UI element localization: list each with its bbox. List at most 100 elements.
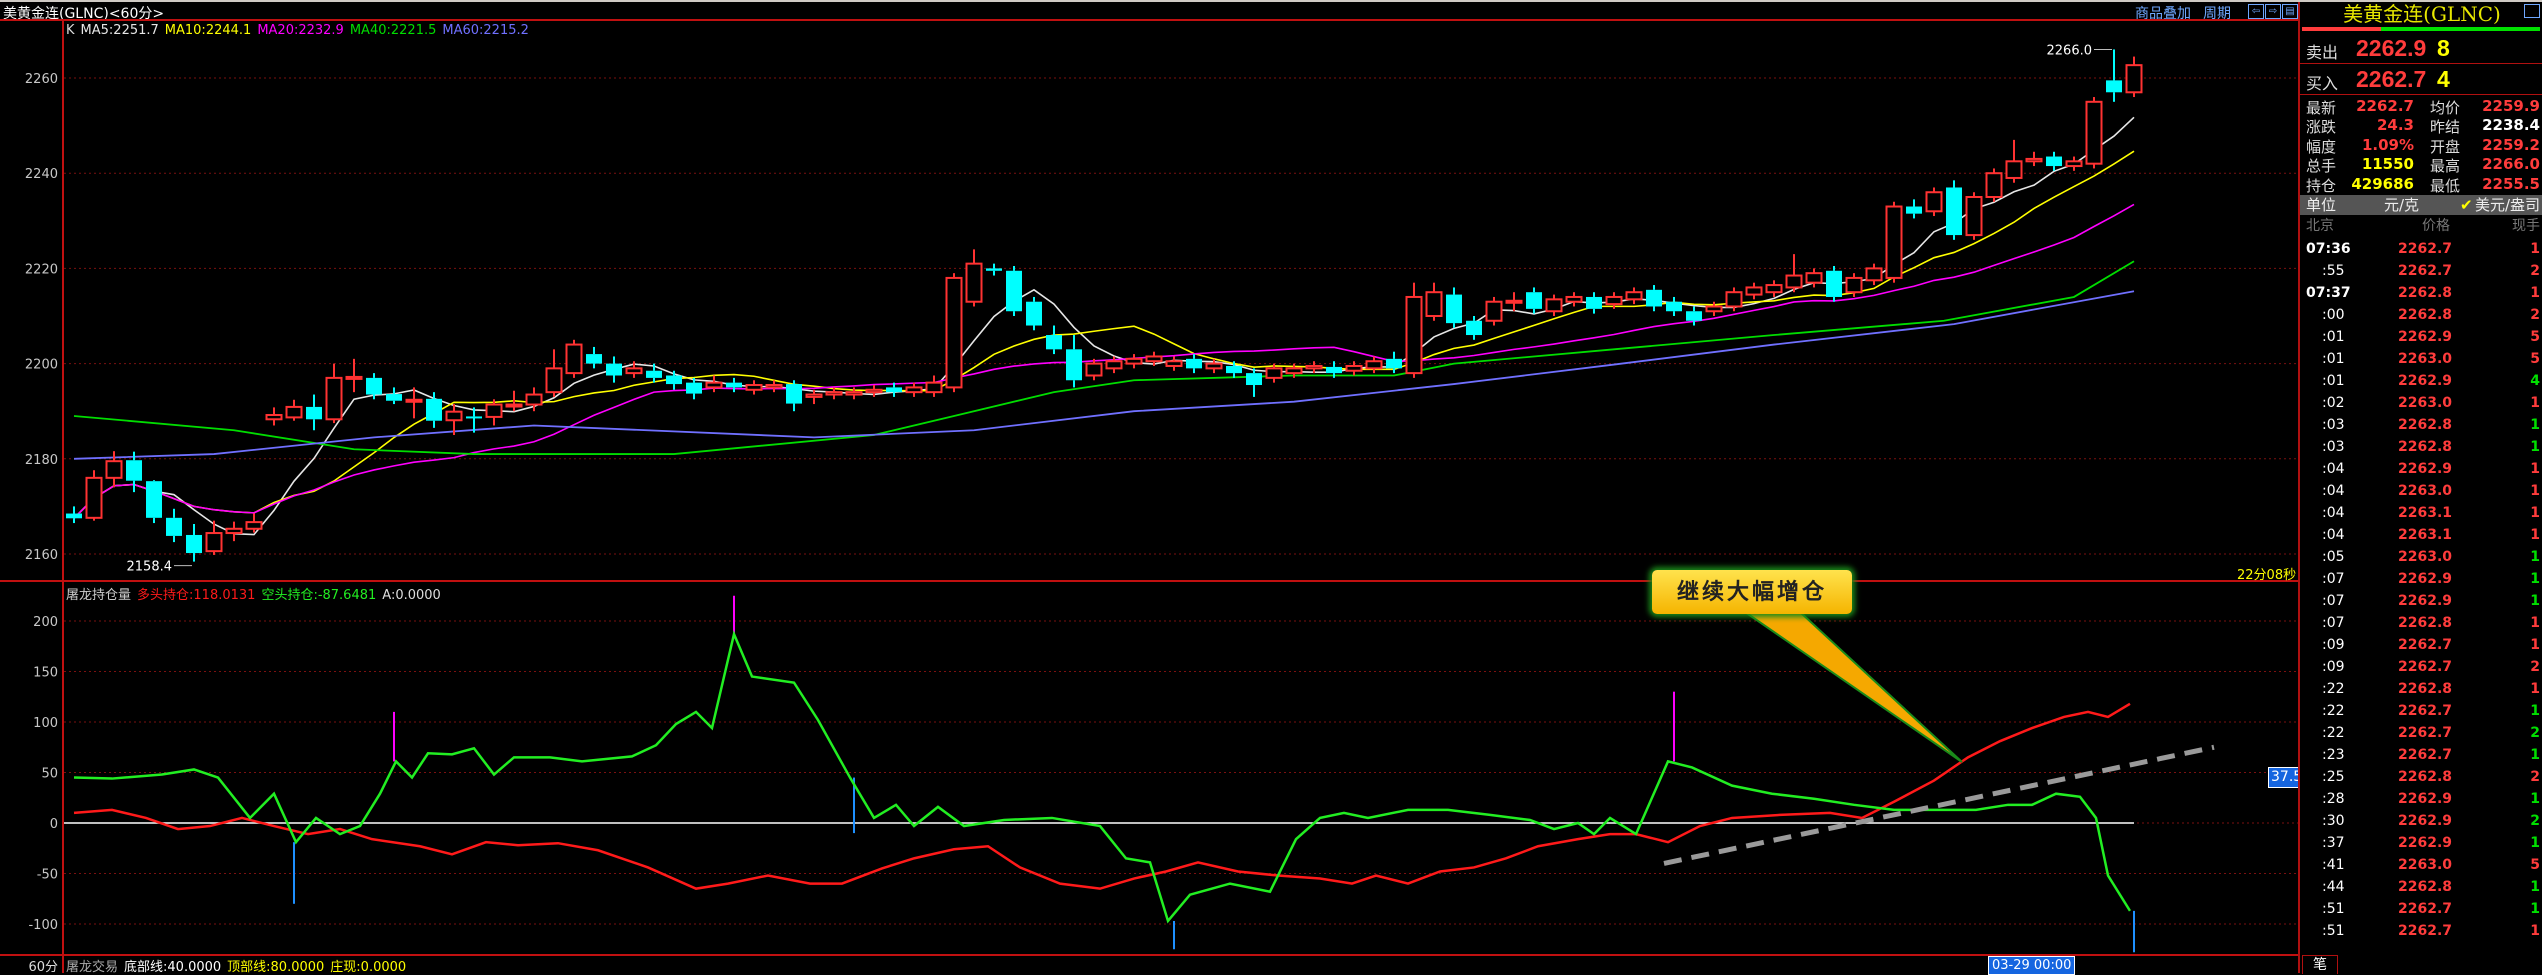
tick-row: :28 2262.9 1	[2300, 788, 2542, 810]
unit-usd-ounce[interactable]: 美元/盎司	[2475, 195, 2540, 215]
ask-price: 2262.9	[2356, 35, 2427, 61]
candle-body-down	[1906, 206, 1922, 214]
tick-time: :51	[2322, 923, 2345, 939]
stat-value: 2255.5	[2482, 174, 2540, 193]
tick-price: 2262.7	[2398, 901, 2453, 917]
unit-yuan-gram[interactable]: 元/克	[2384, 195, 2419, 215]
candle	[1446, 287, 1462, 328]
tick-price: 2262.7	[2398, 923, 2453, 939]
candle-body-down	[426, 398, 442, 421]
tick-price: 2262.8	[2398, 879, 2453, 895]
tick-price: 2262.9	[2398, 813, 2453, 829]
maximize-icon[interactable]	[2524, 4, 2540, 18]
tick-time: :09	[2322, 659, 2345, 675]
candle-body-up	[2085, 100, 2103, 165]
candle-body-down	[586, 354, 602, 364]
candle	[565, 339, 583, 378]
candle	[426, 392, 442, 428]
candle	[786, 380, 802, 412]
tick-price: 2262.9	[2398, 593, 2453, 609]
tick-time: :04	[2322, 483, 2345, 499]
bottom-bar: 60分 屠龙交易 底部线:40.0000 顶部线:80.0000 庄现:0.0000	[0, 955, 2298, 975]
legend-ma40: MA40:2221.5	[349, 23, 437, 38]
candle	[2005, 139, 2023, 183]
indicator-tick-label: 50	[41, 767, 58, 782]
candle-body-up	[705, 381, 723, 389]
axis-labels: 2160 2180 2200 2220 2240 2260 -100 -50 0 50 100 150…	[25, 72, 58, 933]
tick-time: :22	[2322, 681, 2345, 697]
tick-row: :02 2263.0 1	[2300, 392, 2542, 414]
chart-area[interactable]: 2160 2180 2200 2220 2240 2260 -100 -50 0 50 100 150…	[0, 0, 2298, 973]
candle	[1745, 282, 1763, 300]
price-marks: 2266.0 2158.4	[127, 43, 2112, 575]
tick-time: :00	[2322, 307, 2345, 323]
tick-volume: 5	[2530, 857, 2540, 873]
indicator-tick-label: -50	[37, 868, 58, 883]
candle	[1826, 266, 1842, 302]
bid-row: 买入 2262.7 4	[2300, 64, 2542, 95]
candle-body-up	[505, 403, 523, 408]
candle	[1425, 282, 1443, 321]
candle-body-up	[1865, 267, 1883, 282]
candle-body-down	[886, 387, 902, 393]
price-tick-label: 2220	[25, 262, 58, 277]
tick-row: :22 2262.7 1	[2300, 700, 2542, 722]
candle-body-up	[865, 388, 883, 394]
tick-volume: 1	[2530, 439, 2540, 455]
candle-body-down	[686, 382, 702, 394]
header-time: 北京	[2306, 218, 2334, 234]
candle	[545, 349, 563, 397]
tick-price: 2262.9	[2398, 571, 2453, 587]
candle	[85, 470, 103, 521]
tick-row: :07 2262.9 1	[2300, 590, 2542, 612]
candle	[1666, 296, 1682, 316]
candle	[1785, 254, 1803, 293]
tick-time: :05	[2322, 549, 2345, 565]
tick-row: :04 2263.1 1	[2300, 524, 2542, 546]
tick-price: 2263.0	[2398, 857, 2453, 873]
tick-time: :04	[2322, 527, 2345, 543]
tick-volume: 5	[2530, 329, 2540, 345]
tick-volume: 1	[2530, 791, 2540, 807]
candle-body-up	[765, 384, 783, 389]
tab-ticks[interactable]: 笔	[2302, 955, 2338, 974]
stat-label: 最新	[2306, 99, 2337, 117]
indicator-line	[73, 630, 2132, 924]
candle	[485, 399, 503, 426]
stat-value: 429686	[2351, 174, 2414, 193]
tick-price: 2262.8	[2398, 439, 2453, 455]
tick-volume: 1	[2530, 505, 2540, 521]
unit-bar: 单位 元/克 ✔ 美元/盎司	[2300, 195, 2542, 215]
tick-time: :04	[2322, 505, 2345, 521]
candle	[905, 382, 923, 397]
candle-body-up	[1105, 360, 1123, 370]
indicator-legend: 屠龙持仓量 多头持仓:118.0131 空头持仓:-87.6481 A:0.0000	[66, 584, 447, 603]
candle-body-down	[306, 406, 322, 420]
legend-k: K	[66, 23, 75, 38]
period-label[interactable]: 60分	[0, 956, 58, 975]
stat-label: 均价	[2430, 99, 2461, 117]
candle-body-up	[1885, 205, 1903, 279]
candle	[1485, 296, 1503, 326]
candle-body-up	[1205, 362, 1223, 370]
tick-time: :23	[2322, 747, 2345, 763]
candle	[686, 377, 702, 400]
candle	[2065, 156, 2083, 171]
candle-body-up	[2025, 157, 2043, 163]
tick-time: :02	[2322, 395, 2345, 411]
tick-row: :09 2262.7 2	[2300, 656, 2542, 678]
stat-row: 总手 11550 最高 2266.0	[2300, 155, 2542, 175]
candle-body-up	[1365, 360, 1383, 370]
tick-volume: 2	[2530, 813, 2540, 829]
candle-body-up	[405, 398, 423, 403]
ask-row: 卖出 2262.9 8	[2300, 33, 2542, 64]
candle	[1865, 263, 1883, 286]
tick-price: 2262.7	[2398, 263, 2453, 279]
candle	[306, 394, 322, 431]
stat-row: 最新 2262.7 均价 2259.9	[2300, 97, 2542, 117]
legend-ma20: MA20:2232.9	[257, 23, 344, 38]
tick-row: :37 2262.9 1	[2300, 832, 2542, 854]
tick-price: 2263.1	[2398, 527, 2453, 543]
candle-body-up	[565, 343, 583, 375]
candle-body-up	[1165, 360, 1183, 367]
